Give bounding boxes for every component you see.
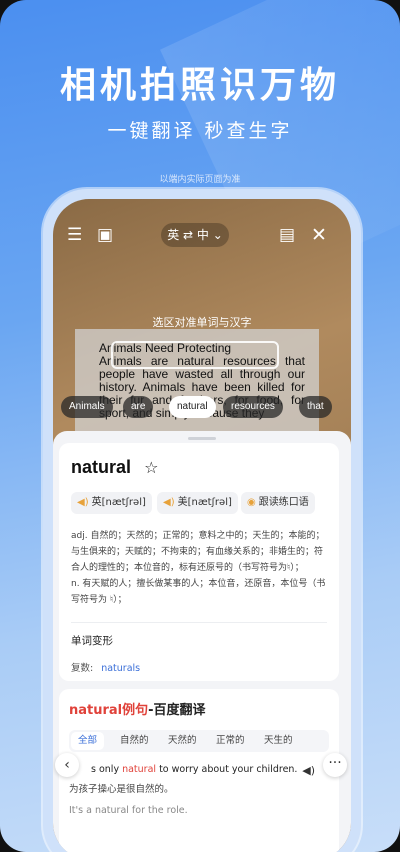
definition-adj: adj. 自然的；天然的；正常的；意料之中的；天生的；本能的；与生俱来的；天赋的… [71,531,325,573]
tab-tianran[interactable]: 天然的 [161,730,204,752]
examples-title-source: -百度翻译 [148,703,206,718]
example-sentence-post: to worry about your children. [156,764,298,775]
result-sheet: natural ☆ ◀) 英[nætʃrəl] ◀) 美[nætʃrəl] ◉ 跟读练… [53,431,351,852]
plural-row: 复数: naturals [71,660,327,674]
dictionary-card: natural ☆ ◀) 英[nætʃrəl] ◀) 美[nætʃrəl] ◉ 跟读练… [59,443,339,681]
practice-speaking-button[interactable]: ◉ 跟读练口语 [241,492,315,514]
close-icon[interactable]: ✕ [311,225,327,245]
inflection-title: 单词变形 [71,635,113,647]
word-chip[interactable]: Animals [61,396,113,418]
pronunciation-us-button[interactable]: ◀) 美[nætʃrəl] [157,492,238,514]
word-chip[interactable]: are [123,396,154,418]
pron-us-text: 美[nætʃrəl] [177,497,232,508]
scan-hint: 选区对准单词与汉字 [152,316,252,329]
example-translation: 为孩子操心是很自然的。 [69,784,174,795]
plural-link[interactable]: naturals [101,663,140,674]
word-chip-active[interactable]: natural [169,396,216,418]
examples-card: natural例句-百度翻译 全部 自然的 天然的 正常的 天生的 s only… [55,689,347,852]
pronunciation-uk-button[interactable]: ◀) 英[nætʃrəl] [71,492,152,514]
more-icon[interactable]: ··· [323,753,347,777]
sheet-handle[interactable] [188,437,216,440]
chevron-left-icon[interactable]: ‹ [55,753,79,777]
definitions: adj. 自然的；天然的；正常的；意料之中的；天生的；本能的；与生俱来的；天赋的… [71,528,327,608]
examples-title: natural例句-百度翻译 [69,699,329,718]
speaker-icon[interactable]: ◀) [302,764,315,777]
camera-screen: ☰ ▣ 英 ⇄ 中 ⌄ ▤ ✕ 选区对准单词与汉字 Animals Need P… [53,199,351,852]
example-sentence-word: natural [122,764,157,775]
tab-tiansheng[interactable]: 天生的 [257,730,300,752]
language-switch[interactable]: 英 ⇄ 中 ⌄ [161,223,229,247]
phone-frame: ☰ ▣ 英 ⇄ 中 ⌄ ▤ ✕ 选区对准单词与汉字 Animals Need P… [43,189,361,852]
image-search-icon[interactable]: ▣ [97,225,113,245]
word-chip[interactable]: that [299,396,332,418]
headword: natural [71,457,132,477]
speaker-icon: ◀) [163,497,175,508]
tab-all[interactable]: 全部 [71,732,105,750]
example-next-sentence: It's a natural for the role. [69,805,188,816]
promo-headline: 相机拍照识万物 [59,65,340,106]
promo-subline: 一键翻译 秒查生字 [107,120,293,142]
example-sentence: s only natural to worry about your child… [69,764,329,777]
document-search-icon[interactable]: ▤ [279,225,295,245]
word-chips: Animals are natural resources that [61,396,351,420]
pronunciation-row: ◀) 英[nætʃrəl] ◀) 美[nætʃrəl] ◉ 跟读练口语 [71,492,327,514]
camera-topbar: ☰ ▣ 英 ⇄ 中 ⌄ ▤ ✕ [53,223,351,249]
speaker-icon: ◀) [77,497,89,508]
word-chip[interactable]: resources [223,396,283,418]
pron-uk-text: 英[nætʃrəl] [91,497,146,508]
menu-icon[interactable]: ☰ [67,225,82,245]
promo-note: 以端内实际页面为准 [159,175,241,185]
plural-label: 复数: [71,663,94,674]
microphone-icon: ◉ [247,497,256,508]
tab-ziran[interactable]: 自然的 [113,730,156,752]
promo-background: 相机拍照识万物 一键翻译 秒查生字 以端内实际页面为准 ☰ ▣ 英 ⇄ 中 ⌄ … [0,0,400,852]
example-tabs: 全部 自然的 天然的 正常的 天生的 [69,730,329,752]
star-icon[interactable]: ☆ [144,458,158,477]
divider [71,622,327,623]
tab-zhengchang[interactable]: 正常的 [209,730,252,752]
examples-title-word: natural例句 [69,703,149,718]
selection-box[interactable] [111,341,279,369]
practice-text: 跟读练口语 [258,497,309,508]
definition-noun: n. 有天赋的人；擅长做某事的人；本位音，还原音，本位号（书写符号为 ♮）； [71,579,326,605]
